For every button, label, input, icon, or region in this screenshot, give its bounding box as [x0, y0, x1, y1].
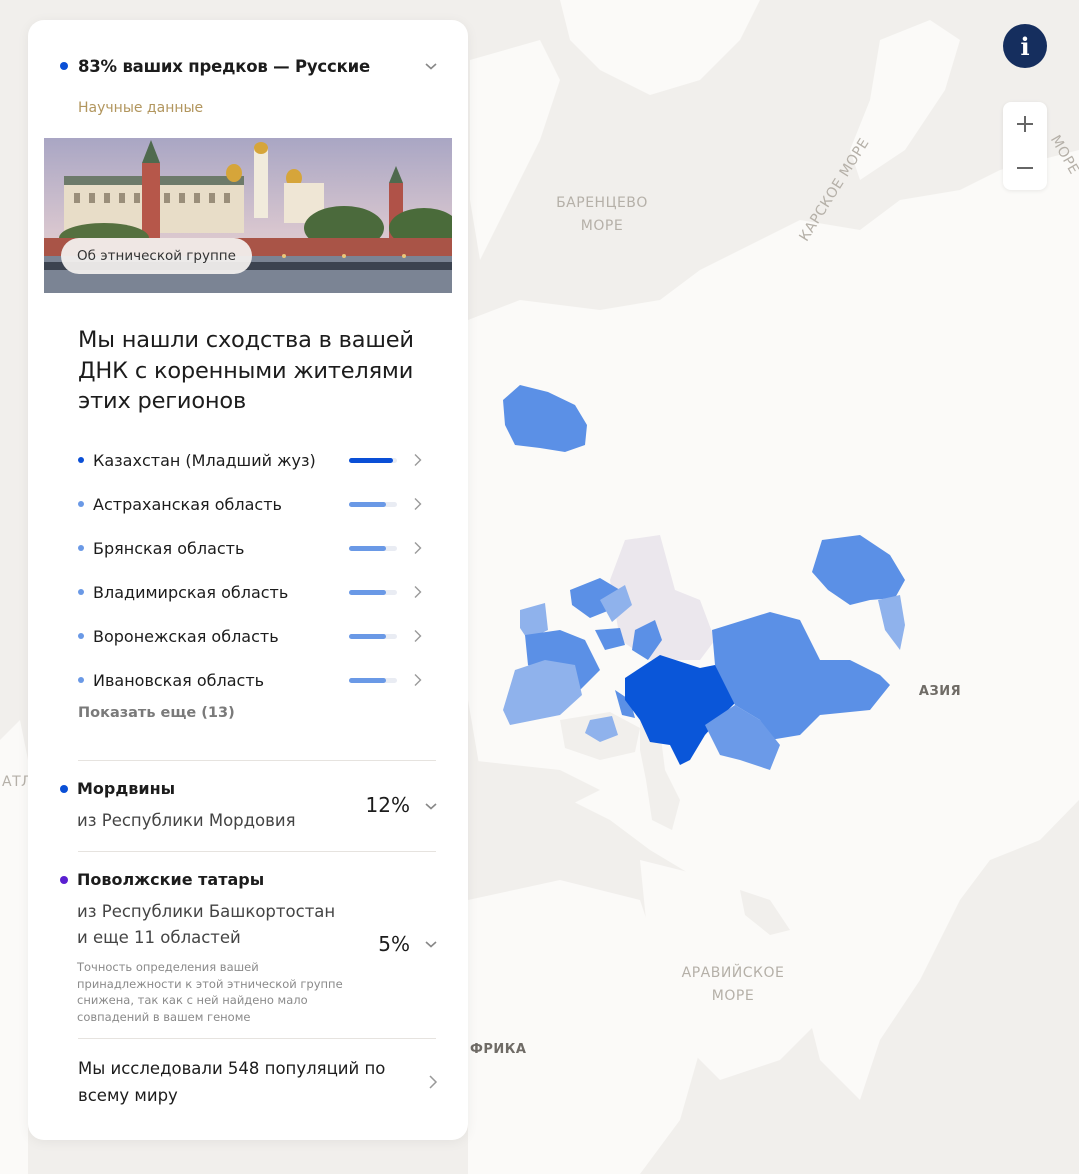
ethnic-group-mordvins[interactable]: Мордвины из Республики Мордовия 12% [60, 779, 438, 849]
ethnic-group-dot [60, 875, 68, 884]
region-dot [78, 589, 84, 595]
chevron-right-icon [429, 1075, 438, 1089]
chevron-right-icon [414, 542, 422, 554]
similarity-bar [349, 677, 397, 683]
chevron-down-icon [425, 803, 437, 810]
ethnic-group-dot [60, 784, 68, 793]
hero-image: Об этнической группе [44, 138, 452, 293]
chevron-right-icon [414, 498, 422, 510]
region-row[interactable]: Ивановская область [78, 658, 423, 702]
similarity-bar [349, 589, 397, 595]
info-icon: i [1020, 31, 1030, 61]
minus-icon [1017, 167, 1033, 169]
similarity-bar-fill [349, 501, 387, 507]
main-ethnicity-header[interactable]: 83% ваших предков — Русские [60, 53, 438, 79]
similarity-bar-fill [349, 545, 387, 551]
region-dot [78, 633, 84, 639]
ethnic-group-name: Мордвины [77, 779, 176, 798]
chevron-right-icon [414, 454, 422, 466]
region-name: Астраханская область [93, 494, 282, 514]
region-dot [78, 501, 84, 507]
region-name: Воронежская область [93, 626, 279, 646]
zoom-controls [1003, 102, 1047, 190]
ethnic-group-percent: 5% [378, 932, 410, 956]
similarity-bar-fill [349, 589, 387, 595]
similarity-bar [349, 501, 397, 507]
zoom-in-button[interactable] [1003, 102, 1047, 146]
region-name: Владимирская область [93, 582, 289, 602]
region-dot [78, 677, 84, 683]
zoom-out-button[interactable] [1003, 146, 1047, 190]
similarity-bar [349, 545, 397, 551]
region-name: Ивановская область [93, 670, 265, 690]
map-label-africa: ФРИКА [470, 1042, 527, 1057]
ethnic-group-percent: 12% [365, 793, 410, 817]
map-label-arabian-2: МОРЕ [712, 988, 754, 1004]
divider [78, 851, 436, 852]
ancestry-panel: 83% ваших предков — Русские Научные данн… [28, 20, 468, 1140]
plus-icon [1017, 116, 1033, 132]
research-text: Мы исследовали 548 популяций по всему ми… [78, 1059, 386, 1105]
region-row[interactable]: Астраханская область [78, 482, 423, 526]
map-label-barents-1: БАРЕНЦЕВО [556, 195, 648, 211]
similarity-bar [349, 633, 397, 639]
ethnic-group-volga-tatars[interactable]: Поволжские татары из Республики Башкорто… [60, 870, 438, 1025]
show-more-link[interactable]: Показать еще (13) [78, 705, 235, 721]
about-ethnic-group-button[interactable]: Об этнической группе [61, 238, 252, 274]
region-row[interactable]: Брянская область [78, 526, 423, 570]
chevron-right-icon [414, 630, 422, 642]
science-data-link[interactable]: Научные данные [78, 100, 203, 116]
map-label-barents-2: МОРЕ [581, 218, 623, 234]
region-list: Казахстан (Младший жуз) Астраханская обла… [78, 438, 423, 702]
similarity-bar-fill [349, 457, 394, 463]
chevron-down-icon [425, 941, 437, 948]
region-row[interactable]: Владимирская область [78, 570, 423, 614]
region-row[interactable]: Воронежская область [78, 614, 423, 658]
region-name: Казахстан (Младший жуз) [93, 450, 316, 470]
similarity-bar-fill [349, 633, 387, 639]
ethnic-group-origin: из Республики Мордовия [77, 811, 296, 830]
chevron-right-icon [414, 586, 422, 598]
region-row[interactable]: Казахстан (Младший жуз) [78, 438, 423, 482]
region-name: Брянская область [93, 538, 245, 558]
divider [78, 1038, 436, 1039]
main-ethnicity-dot [60, 62, 68, 70]
map-label-arabian-1: АРАВИЙСКОЕ [682, 963, 785, 981]
region-dot [78, 457, 84, 463]
similarity-headline: Мы нашли сходства в вашей ДНК с коренным… [78, 327, 414, 414]
chevron-right-icon [414, 674, 422, 686]
divider [78, 760, 436, 761]
ethnic-group-name: Поволжские татары [77, 870, 265, 889]
main-ethnicity-title: 83% ваших предков — Русские [78, 56, 370, 76]
similarity-bar-fill [349, 677, 387, 683]
ethnic-group-origin: из Республики Башкортостан и еще 11 обла… [77, 902, 336, 947]
info-button[interactable]: i [1003, 24, 1047, 68]
similarity-bar [349, 457, 397, 463]
map-label-asia: АЗИЯ [919, 684, 961, 699]
chevron-down-icon [425, 63, 437, 70]
accuracy-note: Точность определения вашей принадлежност… [77, 960, 343, 1024]
populations-research-link[interactable]: Мы исследовали 548 популяций по всему ми… [78, 1055, 438, 1109]
region-dot [78, 545, 84, 551]
